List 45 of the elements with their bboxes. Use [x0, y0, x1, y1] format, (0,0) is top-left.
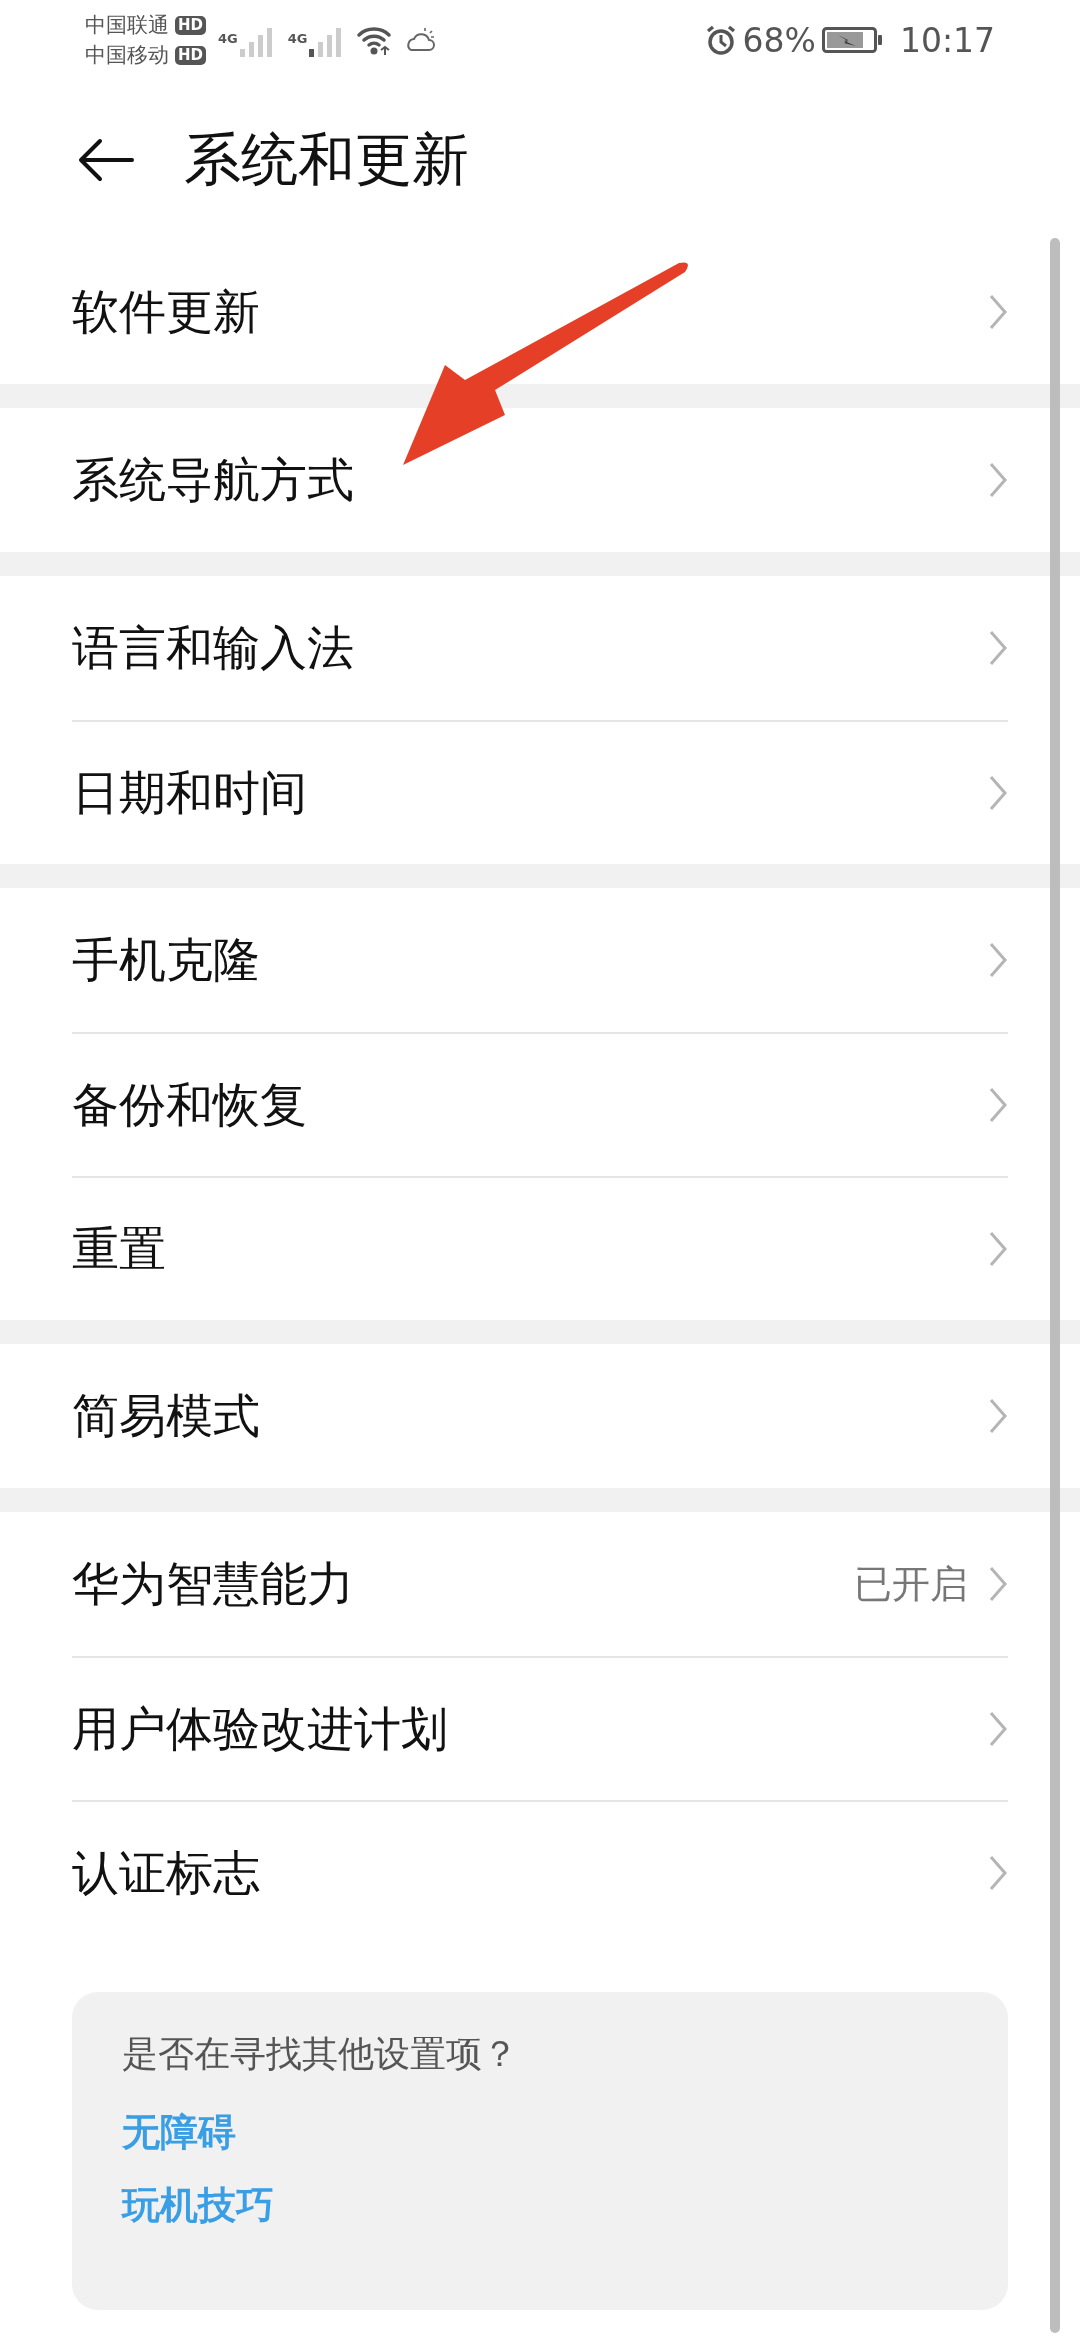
hd-badge: HD: [175, 15, 206, 35]
chevron-icon: [988, 461, 1008, 499]
chevron-icon: [988, 1854, 1008, 1892]
battery-charging-icon: [821, 26, 884, 54]
clock-time: 10:17: [899, 20, 995, 60]
settings-row[interactable]: 手机克隆: [72, 888, 1008, 1032]
settings-row[interactable]: 软件更新: [72, 240, 1008, 384]
page-title: 系统和更新: [184, 124, 469, 194]
chevron-icon: [988, 1086, 1008, 1124]
network-type: 4G: [218, 31, 238, 46]
chevron-icon: [988, 1565, 1008, 1603]
chevron-icon: [988, 1230, 1008, 1268]
row-label: 软件更新: [72, 282, 261, 341]
carrier-name: 中国联通: [85, 12, 169, 39]
settings-row[interactable]: 简易模式: [72, 1344, 1008, 1488]
chevron-icon: [988, 1397, 1008, 1435]
hd-badge: HD: [175, 45, 206, 65]
settings-row[interactable]: 华为智慧能力 已开启: [72, 1512, 1008, 1656]
chevron-icon: [988, 629, 1008, 667]
alarm-icon: [704, 24, 737, 56]
settings-row[interactable]: 认证标志: [72, 1800, 1008, 1944]
back-button[interactable]: [78, 138, 134, 182]
settings-row[interactable]: 备份和恢复: [72, 1032, 1008, 1176]
row-status: 已开启: [854, 1560, 968, 1608]
row-label: 重置: [72, 1219, 167, 1278]
suggestion-prompt: 是否在寻找其他设置项？: [122, 2032, 519, 2076]
settings-row[interactable]: 语言和输入法: [72, 576, 1008, 720]
battery-percent: 68%: [742, 20, 816, 60]
row-label: 华为智慧能力: [72, 1554, 355, 1613]
network-type: 4G: [287, 31, 308, 46]
chevron-icon: [988, 941, 1008, 979]
chevron-icon: [988, 293, 1008, 331]
chevron-icon: [988, 774, 1008, 812]
settings-row[interactable]: 系统导航方式: [72, 408, 1008, 552]
settings-row[interactable]: 用户体验改进计划: [72, 1656, 1008, 1800]
row-label: 手机克隆: [72, 930, 261, 989]
row-label: 用户体验改进计划: [72, 1699, 449, 1758]
row-label: 系统导航方式: [72, 450, 355, 509]
row-label: 认证标志: [72, 1843, 261, 1902]
row-label: 简易模式: [72, 1386, 261, 1445]
chevron-icon: [988, 1710, 1008, 1748]
row-label: 日期和时间: [72, 763, 308, 822]
row-label: 备份和恢复: [72, 1075, 308, 1134]
row-label: 语言和输入法: [72, 618, 355, 677]
carrier-name: 中国移动: [85, 42, 169, 69]
